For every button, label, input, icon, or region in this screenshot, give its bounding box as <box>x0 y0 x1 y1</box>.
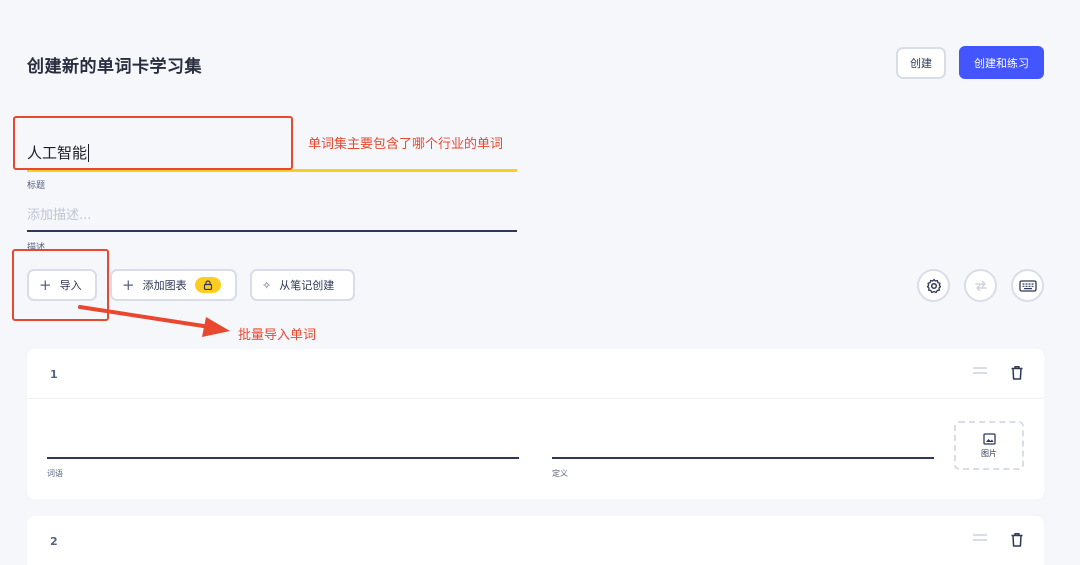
keyboard-shortcuts-button[interactable] <box>1011 269 1044 302</box>
drag-handle-icon[interactable] <box>973 367 987 377</box>
term-card: 1 词语 定义 图片 <box>27 349 1044 499</box>
annotation-arrow <box>78 305 230 337</box>
create-and-practice-button[interactable]: 创建和练习 <box>959 46 1044 79</box>
description-input[interactable]: 添加描述... <box>27 200 517 232</box>
swap-terms-button[interactable] <box>964 269 997 302</box>
title-label: 标题 <box>27 181 46 191</box>
add-image-button[interactable]: 图片 <box>954 421 1024 470</box>
from-notes-label: 从笔记创建 <box>279 279 335 292</box>
term-card: 2 <box>27 516 1044 565</box>
definition-label: 定义 <box>552 469 568 478</box>
plus-icon: + <box>122 275 135 294</box>
page-title: 创建新的单词卡学习集 <box>27 57 202 77</box>
title-annotation-text: 单词集主要包含了哪个行业的单词 <box>308 137 504 152</box>
drag-handle-icon[interactable] <box>973 534 987 544</box>
keyboard-icon <box>1018 279 1037 292</box>
term-input[interactable] <box>47 457 519 459</box>
swap-icon <box>974 280 987 291</box>
settings-button[interactable] <box>917 269 950 302</box>
trash-icon[interactable] <box>1010 532 1024 548</box>
create-button[interactable]: 创建 <box>896 47 946 79</box>
card-header: 2 <box>27 516 1044 565</box>
sparkle-icon: ✧ <box>262 278 272 292</box>
import-annotation-text: 批量导入单词 <box>238 328 317 343</box>
card-header: 1 <box>27 349 1044 399</box>
title-annotation-box <box>13 116 293 170</box>
create-from-notes-button[interactable]: ✧ 从笔记创建 <box>250 269 355 301</box>
gear-icon <box>926 278 941 293</box>
definition-input[interactable] <box>552 457 934 459</box>
card-number: 1 <box>50 368 58 381</box>
image-icon <box>982 432 996 445</box>
add-chart-label: 添加图表 <box>142 279 187 292</box>
card-number: 2 <box>50 535 58 548</box>
lock-icon <box>194 277 221 293</box>
trash-icon[interactable] <box>1010 365 1024 381</box>
term-label: 词语 <box>47 469 63 478</box>
image-label: 图片 <box>981 448 997 458</box>
